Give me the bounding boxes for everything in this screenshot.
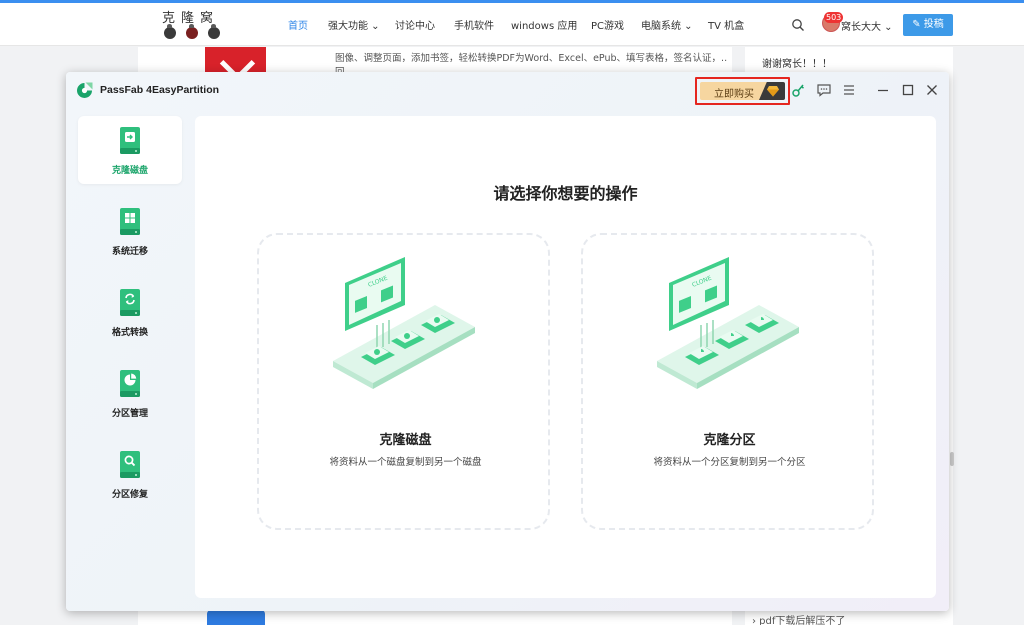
- site-nav-windows[interactable]: windows 应用: [511, 17, 577, 32]
- clone-disk-description: 将资料从一个磁盘复制到另一个磁盘: [329, 457, 482, 468]
- sidebar-label-clone-disk: 克隆磁盘: [111, 166, 148, 176]
- buy-now-label: 立即购买: [714, 89, 754, 100]
- post-button[interactable]: ✎ 投稿: [903, 14, 953, 36]
- buy-now-button[interactable]: 立即购买: [700, 82, 785, 100]
- sidebar-item-partition-manage[interactable]: 分区管理: [78, 359, 182, 427]
- partition-manage-icon: [120, 370, 140, 397]
- sidebar-item-clone-disk[interactable]: 克隆磁盘: [78, 116, 182, 184]
- clone-disk-title: 克隆磁盘: [379, 433, 432, 448]
- diamond-icon: [767, 86, 779, 97]
- article-thumbnail-2[interactable]: [207, 610, 265, 625]
- site-nav-mobile[interactable]: 手机软件: [454, 17, 494, 32]
- app-window: PassFab 4EasyPartition 立即购买 克隆磁盘 系统迁移 格式…: [66, 72, 949, 611]
- format-convert-icon: [120, 289, 140, 316]
- site-nav-forum[interactable]: 讨论中心: [395, 17, 435, 32]
- key-icon[interactable]: [791, 82, 807, 98]
- partition-repair-icon: [120, 451, 140, 478]
- site-logo[interactable]: 克隆窝: [162, 7, 222, 43]
- buy-highlight-box: 立即购买: [695, 77, 790, 105]
- sidebar-link[interactable]: › pdf下载后解压不了: [752, 612, 845, 625]
- clone-disk-icon: [120, 127, 140, 154]
- scrollbar[interactable]: [950, 452, 954, 466]
- article-thumbnail[interactable]: [205, 47, 266, 74]
- clone-partition-title: 克隆分区: [703, 433, 756, 448]
- sidebar-item-partition-repair[interactable]: 分区修复: [78, 440, 182, 508]
- sidebar-item-format-convert[interactable]: 格式转换: [78, 278, 182, 346]
- site-nav-home[interactable]: 首页: [288, 17, 308, 32]
- site-logo-bombs: [162, 24, 222, 41]
- site-header: 克隆窝 首页 强大功能 ⌄ 讨论中心 手机软件 windows 应用 PC游戏 …: [0, 3, 1024, 46]
- clone-disk-card[interactable]: CLONE 克隆磁盘 将资料从一个磁盘复制到另一个磁盘: [257, 233, 550, 530]
- article-snippet: 图像、调整页面，添加书签，轻松转换PDF为Word、Excel、ePub、填写表…: [335, 53, 727, 64]
- sidebar-label-partition-repair: 分区修复: [111, 490, 148, 500]
- app-title: PassFab 4EasyPartition: [100, 84, 220, 96]
- clone-partition-description: 将资料从一个分区复制到另一个分区: [653, 457, 806, 468]
- site-nav-tv[interactable]: TV 机盒: [708, 17, 744, 32]
- clone-partition-card[interactable]: CLONE 克隆分区 将资料从一个分区复制到另一个分区: [581, 233, 874, 530]
- sidebar-label-format-convert: 格式转换: [111, 328, 148, 338]
- sidebar-comment: 谢谢窝长！！！: [762, 59, 832, 70]
- site-nav-pcgames[interactable]: PC游戏: [591, 17, 624, 32]
- sidebar-label-partition-manage: 分区管理: [111, 409, 148, 419]
- site-nav-systems[interactable]: 电脑系统 ⌄: [641, 17, 693, 32]
- system-migrate-icon: [120, 208, 140, 235]
- close-icon[interactable]: [924, 82, 940, 98]
- menu-icon[interactable]: [841, 82, 857, 98]
- maximize-icon[interactable]: [900, 82, 916, 98]
- feedback-icon[interactable]: [816, 82, 832, 98]
- title-bar[interactable]: PassFab 4EasyPartition 立即购买: [66, 72, 949, 108]
- clone-disk-illustration: CLONE: [333, 257, 475, 389]
- minimize-icon[interactable]: [875, 82, 891, 98]
- app-logo-icon: [77, 82, 93, 98]
- page-title: 请选择你想要的操作: [493, 184, 638, 203]
- search-icon[interactable]: [791, 18, 805, 32]
- main-panel: 请选择你想要的操作 CLONE 克隆磁盘 将资料从一个磁盘复制到另一个磁盘 CL…: [195, 116, 936, 598]
- username[interactable]: 窝长大大 ⌄: [841, 18, 893, 33]
- sidebar-label-system-migrate: 系统迁移: [111, 247, 148, 257]
- site-nav-features[interactable]: 强大功能 ⌄: [328, 17, 380, 32]
- sidebar-item-system-migrate[interactable]: 系统迁移: [78, 197, 182, 265]
- clone-partition-illustration: CLONE: [657, 257, 799, 389]
